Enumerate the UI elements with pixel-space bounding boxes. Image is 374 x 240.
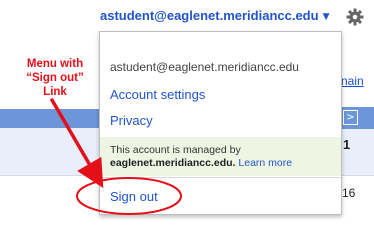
managed-prefix: This account is managed by: [110, 144, 241, 156]
annotation-label: Menu with “Sign out” Link: [16, 57, 94, 99]
account-menu-button[interactable]: astudent@eaglenet.meridiancc.edu ▼: [100, 5, 330, 27]
sign-out-link[interactable]: Sign out: [110, 189, 158, 204]
managed-domain: eaglenet.meridiancc.edu.: [110, 157, 236, 169]
row-count: 1: [343, 137, 351, 152]
managed-account-text: This account is managed by eaglenet.meri…: [110, 144, 334, 170]
menu-divider: [100, 177, 341, 178]
managed-account-notice: This account is managed by eaglenet.meri…: [100, 137, 341, 176]
next-page-button[interactable]: >: [343, 110, 358, 125]
annotation-line-1: Menu with: [26, 58, 84, 70]
dropdown-email: astudent@eaglenet.meridiancc.edu: [110, 60, 299, 74]
chevron-down-icon: ▼: [322, 12, 330, 22]
annotation-line-2: “Sign out”: [26, 72, 84, 84]
background-selected-row: [0, 128, 100, 176]
background-header-band: [0, 109, 100, 128]
gear-icon[interactable]: [345, 7, 365, 27]
background-link[interactable]: nain: [341, 74, 364, 88]
privacy-link[interactable]: Privacy: [110, 113, 153, 128]
screenshot-stage: > 1 16 nain astudent@eaglenet.meridiancc…: [0, 0, 374, 238]
annotation-line-3: Link: [43, 86, 67, 98]
account-settings-link[interactable]: Account settings: [110, 87, 205, 102]
row-value: 16: [342, 186, 356, 200]
account-dropdown-menu: astudent@eaglenet.meridiancc.edu Account…: [99, 31, 342, 215]
account-email-label: astudent@eaglenet.meridiancc.edu: [100, 8, 319, 23]
learn-more-link[interactable]: Learn more: [238, 157, 292, 169]
